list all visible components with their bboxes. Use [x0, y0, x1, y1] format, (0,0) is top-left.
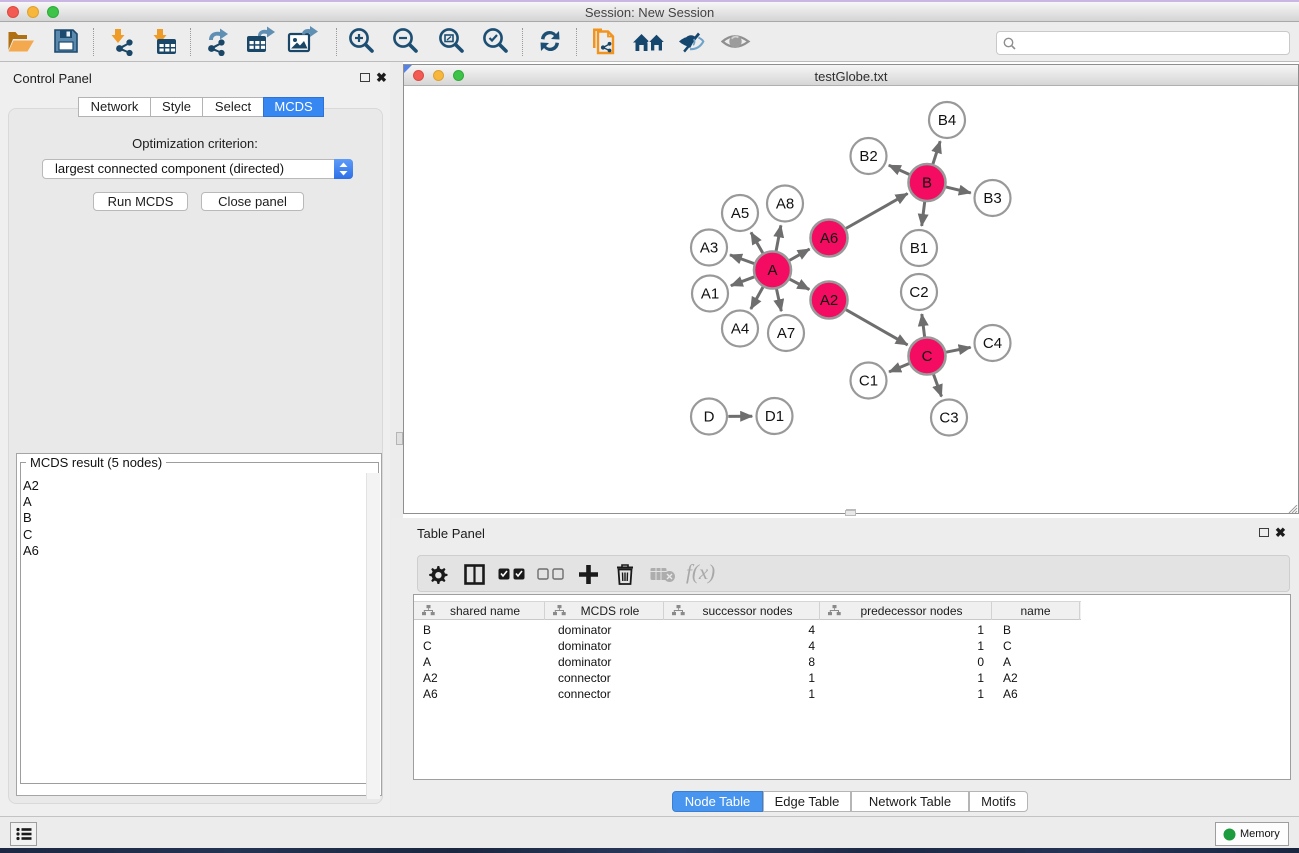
svg-text:C: C [922, 348, 933, 365]
svg-text:A1: A1 [701, 285, 719, 302]
svg-text:A3: A3 [700, 239, 718, 256]
svg-text:C2: C2 [909, 284, 928, 301]
svg-text:A8: A8 [776, 195, 794, 212]
svg-text:B3: B3 [983, 190, 1001, 207]
svg-text:B4: B4 [938, 112, 956, 129]
svg-text:C3: C3 [939, 409, 958, 426]
svg-text:A7: A7 [777, 325, 795, 342]
svg-text:D: D [704, 408, 715, 425]
svg-text:B1: B1 [910, 240, 928, 257]
svg-text:C1: C1 [859, 372, 878, 389]
svg-text:C4: C4 [983, 335, 1002, 352]
svg-text:A5: A5 [731, 205, 749, 222]
svg-text:B2: B2 [859, 148, 877, 165]
svg-text:A4: A4 [731, 320, 749, 337]
svg-text:B: B [922, 174, 932, 191]
svg-text:A: A [767, 262, 777, 279]
svg-text:A2: A2 [820, 292, 838, 309]
svg-text:A6: A6 [820, 230, 838, 247]
svg-text:D1: D1 [765, 408, 784, 425]
